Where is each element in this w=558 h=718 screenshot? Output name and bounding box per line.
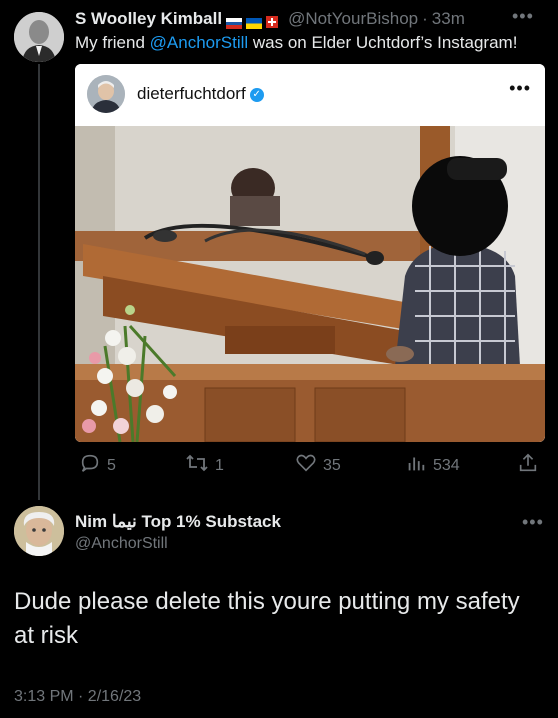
post-photo[interactable] bbox=[75, 126, 545, 442]
tweet-timestamp[interactable]: 3:13 PM · 2/16/23 bbox=[14, 688, 141, 706]
embedded-post-card[interactable]: dieterfuchtdorf ✓ ••• bbox=[75, 64, 545, 442]
retweet-count: 1 bbox=[215, 456, 224, 474]
russia-flag-icon bbox=[226, 14, 243, 29]
switzerland-flag-icon bbox=[266, 13, 279, 28]
more-icon[interactable]: ••• bbox=[522, 512, 544, 533]
embed-header: dieterfuchtdorf ✓ ••• bbox=[75, 64, 545, 126]
reply-icon bbox=[79, 452, 101, 479]
verified-badge-icon: ✓ bbox=[249, 87, 264, 102]
views-count: 534 bbox=[433, 456, 460, 474]
share-icon bbox=[517, 452, 539, 479]
mention-link[interactable]: @AnchorStill bbox=[150, 33, 249, 52]
avatar[interactable] bbox=[14, 506, 64, 556]
embed-avatar[interactable] bbox=[87, 75, 125, 113]
reply-count: 5 bbox=[107, 456, 116, 474]
separator-dot: · bbox=[422, 9, 428, 28]
tweet-time[interactable]: 33m bbox=[432, 9, 465, 29]
reply-tweet-text: Dude please delete this youre putting my… bbox=[14, 588, 520, 649]
retweet-icon bbox=[185, 452, 209, 479]
share-button[interactable] bbox=[517, 452, 539, 479]
heart-icon bbox=[295, 452, 317, 479]
avatar[interactable] bbox=[14, 12, 64, 62]
tweet-text: My friend @AnchorStill was on Elder Ucht… bbox=[75, 33, 517, 53]
retweet-button[interactable]: 1 bbox=[185, 452, 224, 479]
tweet-header: S Woolley Kimball @NotYourBishop · 33m bbox=[75, 8, 548, 30]
more-icon[interactable]: ••• bbox=[512, 6, 534, 27]
display-name[interactable]: Nim نیما Top 1% Substack bbox=[75, 512, 281, 532]
handle[interactable]: @AnchorStill bbox=[75, 535, 168, 553]
reply-button[interactable]: 5 bbox=[79, 452, 116, 479]
display-name[interactable]: S Woolley Kimball bbox=[75, 9, 222, 29]
like-button[interactable]: 35 bbox=[295, 452, 341, 479]
embed-username[interactable]: dieterfuchtdorf ✓ bbox=[137, 84, 264, 104]
views-button[interactable]: 534 bbox=[405, 452, 460, 479]
views-chart-icon bbox=[405, 452, 427, 479]
thread-connector-line bbox=[38, 64, 40, 500]
like-count: 35 bbox=[323, 456, 341, 474]
tweet-action-bar: 5 1 35 534 bbox=[75, 452, 543, 476]
handle[interactable]: @NotYourBishop bbox=[288, 9, 418, 29]
ukraine-flag-icon bbox=[246, 14, 263, 29]
embed-username-text: dieterfuchtdorf bbox=[137, 84, 246, 103]
tweet-text-part: was on Elder Uchtdorf’s Instagram! bbox=[248, 33, 518, 52]
tweet-text-part: My friend bbox=[75, 33, 150, 52]
more-horizontal-icon[interactable]: ••• bbox=[509, 78, 531, 99]
